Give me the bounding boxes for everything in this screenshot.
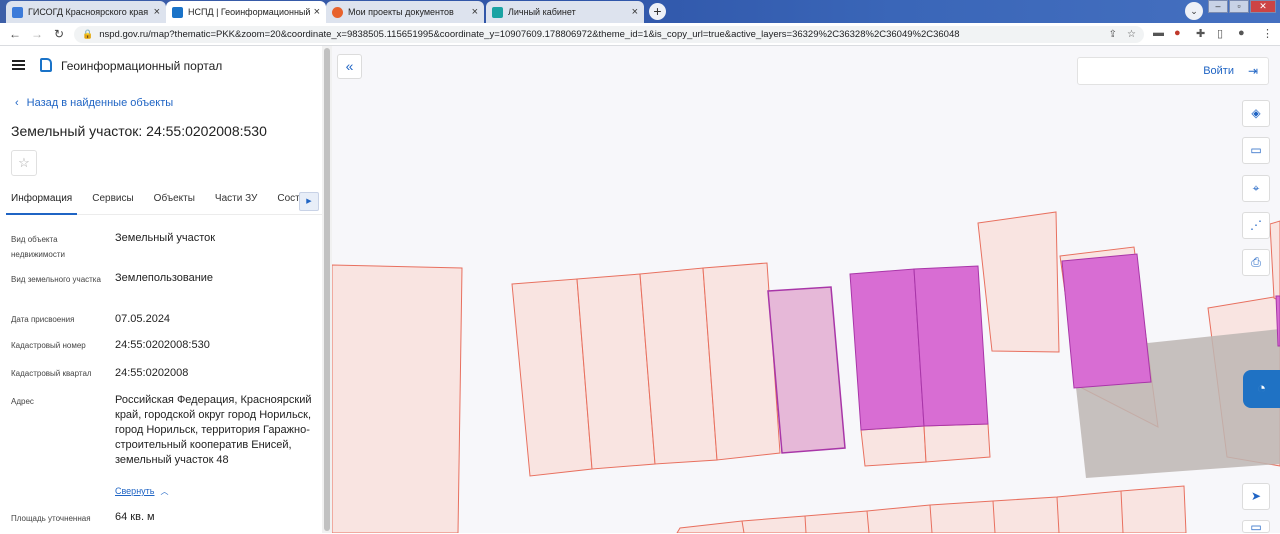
nspd-favicon-icon <box>172 6 183 18</box>
field-label-address: Адрес <box>11 397 34 406</box>
reload-icon[interactable]: ↻ <box>48 27 70 41</box>
close-tab-icon[interactable]: × <box>632 6 638 18</box>
favorite-star-icon[interactable]: ☆ <box>11 150 37 176</box>
field-label-object-type: Вид объекта недвижимости <box>11 235 65 259</box>
browser-menu-icon[interactable]: ⋮ <box>1262 27 1273 40</box>
back-link-label: Назад в найденные объекты <box>26 97 174 109</box>
back-arrow-icon[interactable]: ← <box>4 27 26 41</box>
window-controls: – ▫ ✕ <box>1208 0 1276 14</box>
browser-toolbar: ← → ↻ 🔒 nspd.gov.ru/map?thematic=PKK&zoo… <box>0 23 1280 46</box>
lock-icon[interactable]: 🔒 <box>82 29 93 40</box>
field-value-object-type: Земельный участок <box>115 232 216 244</box>
collapse-panel-button[interactable]: « <box>337 54 362 79</box>
gisogd-favicon-icon <box>12 6 23 18</box>
map-canvas[interactable] <box>332 46 1280 533</box>
field-value-cadastral-quarter: 24:55:0202008 <box>115 367 189 379</box>
field-value-date: 07.05.2024 <box>115 313 171 325</box>
highlighted-parcel-polygon <box>913 265 989 427</box>
print-icon[interactable]: ⎙ <box>1242 249 1270 276</box>
ruler-icon[interactable]: ▭ <box>1242 137 1270 164</box>
bookmark-star-icon[interactable]: ☆ <box>1127 29 1136 40</box>
cabinet-favicon-icon <box>492 6 503 18</box>
portal-title: Геоинформационный портал <box>61 59 223 73</box>
new-tab-button[interactable]: + <box>649 3 666 20</box>
close-tab-icon[interactable]: × <box>314 6 320 18</box>
close-tab-icon[interactable]: × <box>154 6 160 18</box>
browser-tab-title: Мои проекты документов <box>348 7 454 17</box>
browser-tab-title: ГИСОГД Красноярского края <box>28 7 149 17</box>
close-tab-icon[interactable]: × <box>472 6 478 18</box>
browser-tab-nspd[interactable]: НСПД | Геоинформационный п × <box>166 1 326 23</box>
tab-services[interactable]: Сервисы <box>92 185 133 215</box>
info-tabs: Информация Сервисы Объекты Части ЗУ Сост… <box>6 185 322 215</box>
field-value-area: 64 кв. м <box>115 511 155 523</box>
highlighted-parcel-polygon <box>849 268 925 431</box>
login-label: Войти <box>1203 65 1234 77</box>
field-label-cadastral-quarter: Кадастровый квартал <box>11 369 92 378</box>
parcel-polygon <box>923 423 991 463</box>
share-icon[interactable]: ⋰ <box>1242 212 1270 239</box>
chevron-left-icon: ‹ <box>15 97 19 109</box>
select-area-icon[interactable]: ⌖ <box>1242 175 1270 202</box>
portal-logo-icon <box>40 58 52 72</box>
browser-tab-gisogd[interactable]: ГИСОГД Красноярского края × <box>6 1 166 23</box>
field-label-cadastral-number: Кадастровый номер <box>11 341 86 350</box>
parcel-polygon <box>977 211 1060 353</box>
url-text: nspd.gov.ru/map?thematic=PKK&zoom=20&coo… <box>99 29 960 40</box>
scrollbar-thumb[interactable] <box>324 48 330 531</box>
cadastral-map-layer[interactable] <box>332 46 1280 533</box>
profile-icon[interactable]: ● <box>1238 27 1245 39</box>
browser-tab-cabinet[interactable]: Личный кабинет × <box>486 1 644 23</box>
tabs-scroll-right-icon[interactable]: ▶ <box>299 192 319 211</box>
locate-icon[interactable]: ➤ <box>1242 483 1270 510</box>
chat-help-icon[interactable]: ◔ <box>1243 370 1280 408</box>
highlighted-parcel-polygon <box>1061 253 1152 389</box>
collapse-link-label: Свернуть <box>115 486 155 496</box>
maximize-icon[interactable]: ▫ <box>1229 0 1249 13</box>
layers-icon[interactable]: ◈ <box>1242 100 1270 127</box>
chevron-up-icon: ︿ <box>160 487 169 496</box>
parcel-polygon <box>860 425 927 467</box>
object-info-panel: Геоинформационный портал ‹ Назад в найден… <box>0 46 322 533</box>
tab-objects[interactable]: Объекты <box>154 185 195 215</box>
login-arrow-icon: ⇥ <box>1247 64 1258 78</box>
extension-icon[interactable]: ▬ <box>1153 27 1164 39</box>
hamburger-menu-icon[interactable] <box>12 60 25 70</box>
window-close-icon[interactable]: ✕ <box>1250 0 1276 13</box>
forward-arrow-icon[interactable]: → <box>26 27 48 41</box>
object-title: Земельный участок: 24:55:0202008:530 <box>11 123 267 139</box>
tab-info[interactable]: Информация <box>6 185 78 215</box>
extension-icon[interactable]: ● <box>1174 27 1181 39</box>
share-page-icon[interactable]: ⇪ <box>1109 29 1117 40</box>
puzzle-extensions-icon[interactable]: ✚ <box>1196 27 1205 40</box>
map-tool-icon[interactable]: ▭ <box>1242 520 1270 533</box>
sidebar-icon[interactable]: ▯ <box>1217 27 1223 40</box>
back-to-results-link[interactable]: ‹ Назад в найденные объекты <box>15 97 173 109</box>
field-value-address: Российская Федерация, Красноярский край,… <box>115 394 312 466</box>
projects-favicon-icon <box>332 6 343 18</box>
field-label-date: Дата присвоения <box>11 315 75 324</box>
browser-tab-strip: ГИСОГД Красноярского края × НСПД | Геоин… <box>0 0 1280 23</box>
panel-scrollbar[interactable] <box>322 46 332 533</box>
minimize-icon[interactable]: – <box>1208 0 1228 13</box>
browser-tab-projects[interactable]: Мои проекты документов × <box>326 1 484 23</box>
tab-parts[interactable]: Части ЗУ <box>215 185 257 215</box>
selected-parcel-polygon <box>767 286 846 454</box>
browser-tab-title: НСПД | Геоинформационный п <box>188 7 310 17</box>
tab-search-icon[interactable]: ⌄ <box>1185 2 1203 20</box>
field-value-land-type: Землепользование <box>115 272 214 284</box>
parcel-polygon <box>1269 220 1280 302</box>
parcel-polygon <box>332 264 463 533</box>
login-button[interactable]: Войти ⇥ <box>1077 57 1269 85</box>
field-label-area: Площадь уточненная <box>11 514 91 523</box>
browser-tab-title: Личный кабинет <box>508 7 576 17</box>
field-label-land-type: Вид земельного участка <box>11 275 101 284</box>
collapse-address-link[interactable]: Свернуть ︿ <box>115 486 168 497</box>
address-bar[interactable]: 🔒 nspd.gov.ru/map?thematic=PKK&zoom=20&c… <box>74 26 1144 43</box>
field-value-cadastral-number: 24:55:0202008:530 <box>115 339 210 351</box>
